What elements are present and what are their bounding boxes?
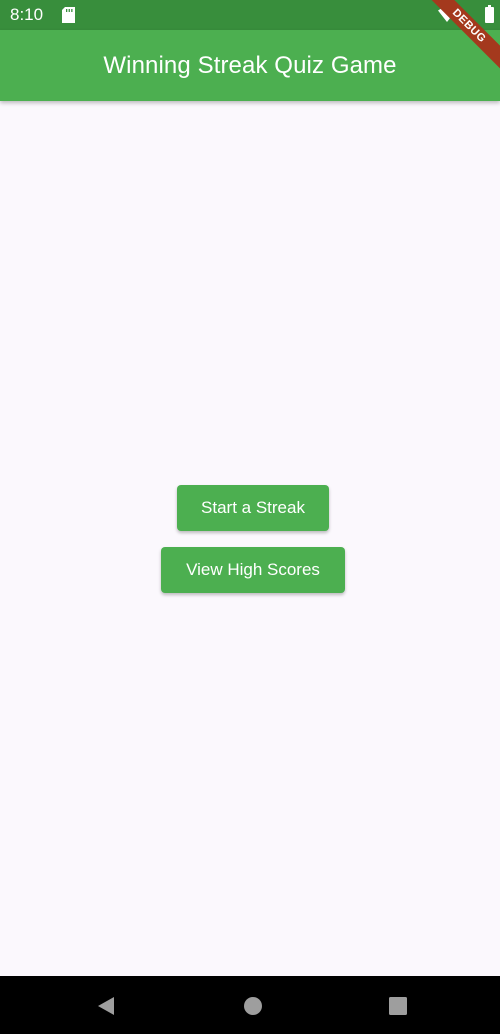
battery-icon: [485, 5, 494, 23]
back-icon[interactable]: [96, 996, 116, 1016]
start-streak-button[interactable]: Start a Streak: [177, 485, 329, 531]
navigation-bar: [0, 976, 500, 1034]
app-title: Winning Streak Quiz Game: [103, 51, 397, 79]
view-high-scores-button[interactable]: View High Scores: [161, 547, 345, 593]
home-icon[interactable]: [243, 996, 263, 1016]
status-bar: 8:10: [0, 0, 500, 30]
sd-card-icon: [62, 7, 75, 23]
wifi-icon: [438, 7, 456, 22]
app-screen: 8:10 Winning Streak Quiz Game DEBUG Star…: [0, 0, 500, 1034]
status-time: 8:10: [10, 5, 44, 24]
app-bar: Winning Streak Quiz Game: [0, 30, 500, 101]
recents-icon[interactable]: [389, 997, 407, 1015]
